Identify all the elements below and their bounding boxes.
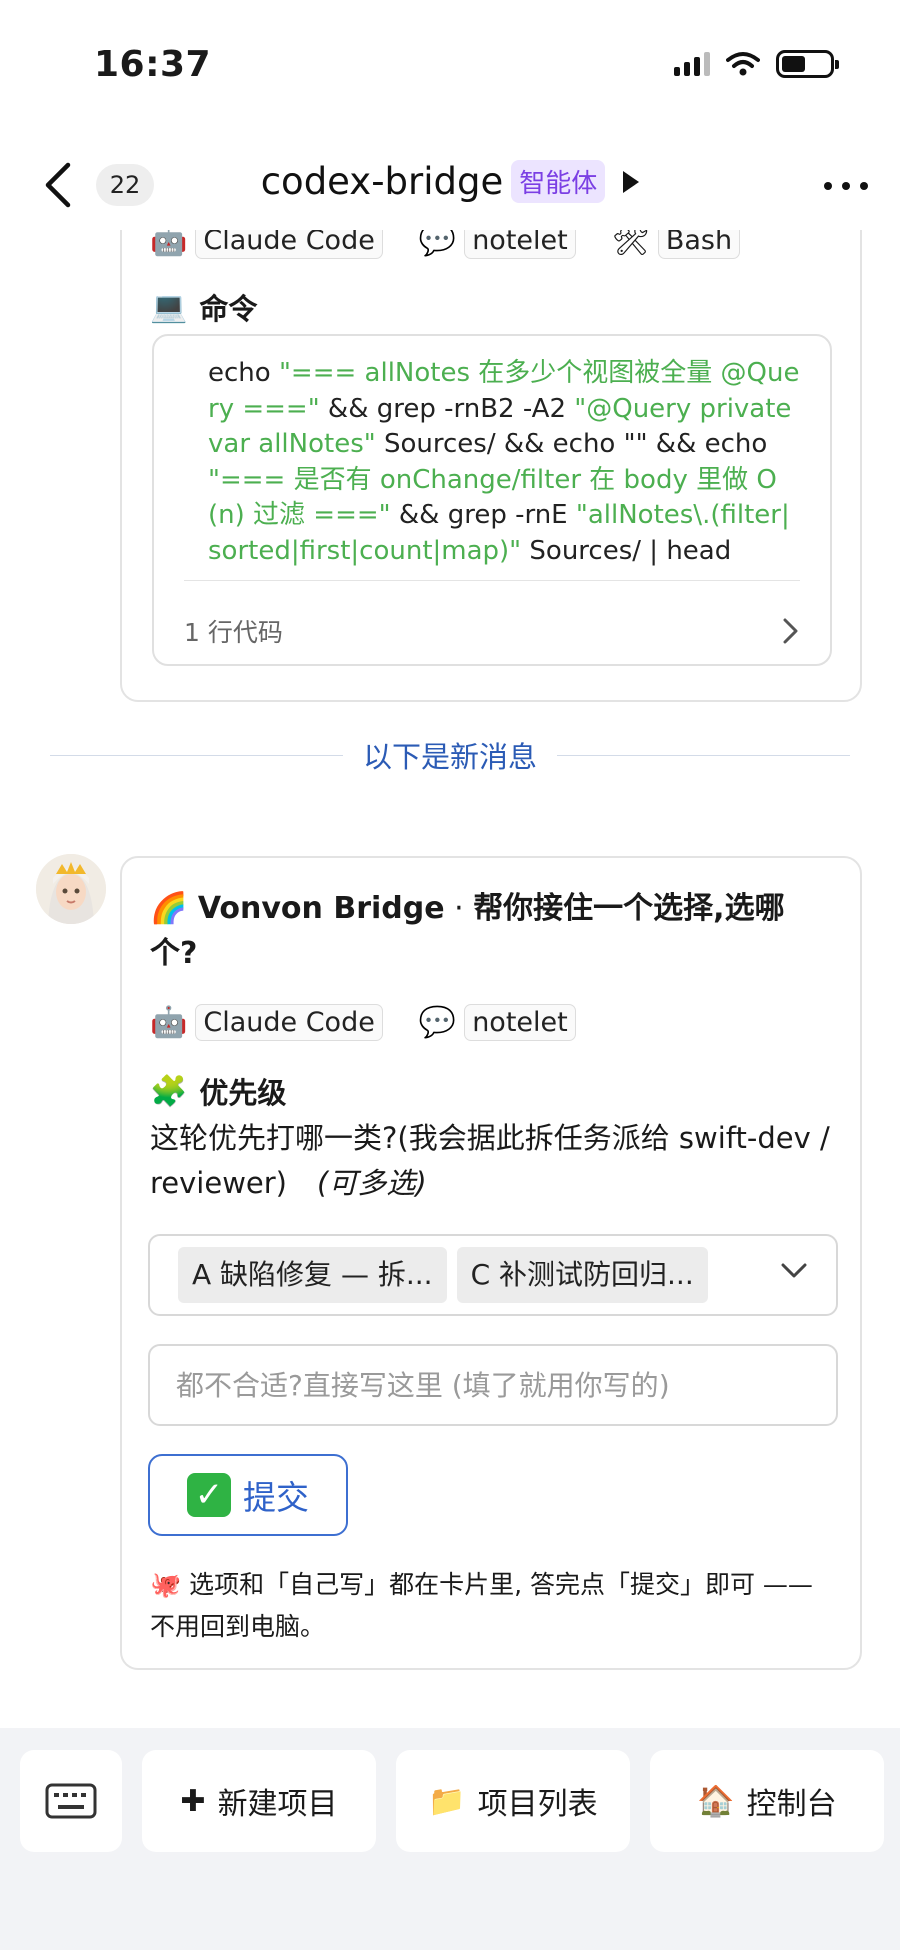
command-title: 命令 — [199, 292, 258, 326]
project-list-label: 项目列表 — [477, 1787, 598, 1822]
nav-title-group[interactable]: codex-bridge 智能体 — [0, 160, 900, 203]
code-block[interactable]: echo "=== allNotes 在多少个视图被全量 @Query ==="… — [152, 334, 832, 666]
puzzle-icon: 🧩 — [150, 1073, 188, 1109]
navigation-bar: 22 codex-bridge 智能体 — [0, 140, 900, 230]
console-button[interactable]: 🏠 控制台 — [650, 1750, 884, 1852]
house-icon: 🏠 — [697, 1783, 735, 1819]
chip-label: notelet — [464, 1004, 576, 1041]
new-messages-divider: 以下是新消息 — [50, 735, 851, 775]
page-title: codex-bridge — [260, 160, 504, 203]
code-plain: && grep -rnB2 -A2 — [319, 393, 575, 424]
plus-icon: ✚ — [180, 1783, 206, 1819]
selected-option-c[interactable]: C 补测试防回归... — [456, 1247, 708, 1303]
card-footnote: 🐙 选项和「自己写」都在卡片里, 答完点「提交」即可 —— 不用回到电脑。 — [150, 1564, 832, 1648]
choice-card-chips: 🤖 Claude Code 💬 notelet — [150, 1004, 602, 1041]
status-icons — [674, 50, 839, 78]
chip-notelet: 💬 notelet — [419, 1004, 576, 1041]
speech-bubble-icon: 💬 — [418, 1005, 457, 1040]
bot-avatar[interactable] — [36, 854, 106, 924]
keyboard-button[interactable] — [20, 1750, 122, 1852]
chevron-down-icon[interactable] — [780, 1262, 808, 1280]
laptop-icon: 💻 — [150, 289, 188, 325]
chevron-right-icon — [783, 618, 798, 644]
cellular-signal-icon — [674, 52, 710, 76]
submit-button[interactable]: ✓ 提交 — [148, 1454, 348, 1536]
agent-badge: 智能体 — [511, 160, 606, 203]
submit-label: 提交 — [243, 1478, 309, 1517]
selected-option-a[interactable]: A 缺陷修复 — 拆... — [178, 1247, 447, 1303]
wifi-icon — [726, 52, 760, 76]
more-options-icon[interactable] — [824, 182, 868, 190]
custom-answer-input[interactable] — [150, 1346, 836, 1424]
priority-section-title: 🧩 优先级 — [150, 1070, 286, 1112]
avatar-image-icon — [36, 854, 106, 924]
command-card: 🤖 Claude Code 💬 notelet 🛠 Bash 💻 命令 echo… — [120, 150, 862, 702]
question-text: 这轮优先打哪一类?(我会据此拆任务派给 swift-dev / reviewer… — [150, 1116, 832, 1206]
message-title: 🌈 Vonvon Bridge · 帮你接住一个选择,选哪个? — [150, 886, 830, 976]
keyboard-icon — [45, 1783, 97, 1819]
code-line-count: 1 行代码 — [184, 618, 283, 647]
new-project-button[interactable]: ✚ 新建项目 — [142, 1750, 376, 1852]
multi-select-hint: (可多选) — [317, 1166, 427, 1200]
command-section-title: 💻 命令 — [150, 286, 257, 328]
chip-claude-code: 🤖 Claude Code — [150, 1004, 383, 1041]
code-plain: Sources/ && echo "" && echo — [375, 429, 768, 459]
code-expand-row[interactable]: 1 行代码 — [184, 606, 800, 656]
footnote-text: 选项和「自己写」都在卡片里, 答完点「提交」即可 —— 不用回到电脑。 — [150, 1570, 813, 1641]
octopus-icon: 🐙 — [150, 1570, 182, 1599]
code-plain: Sources/ | head — [521, 535, 732, 566]
custom-answer-field[interactable] — [148, 1344, 838, 1426]
new-messages-label: 以下是新消息 — [363, 740, 538, 774]
battery-icon — [776, 50, 839, 78]
question-body: 这轮优先打哪一类?(我会据此拆任务派给 swift-dev / reviewer… — [150, 1121, 830, 1200]
console-label: 控制台 — [746, 1787, 837, 1822]
folder-icon: 📁 — [428, 1783, 466, 1819]
code-divider — [184, 580, 800, 581]
title-separator: · — [444, 891, 474, 926]
code-plain: && grep -rnE — [390, 500, 576, 530]
divider-line — [557, 754, 851, 756]
code-text: echo "=== allNotes 在多少个视图被全量 @Query ==="… — [154, 336, 830, 569]
status-bar: 16:37 — [0, 0, 900, 130]
check-mark-icon: ✓ — [187, 1473, 231, 1517]
divider-line — [50, 754, 343, 756]
bottom-toolbar: ✚ 新建项目 📁 项目列表 🏠 控制台 — [0, 1728, 900, 1950]
project-list-button[interactable]: 📁 项目列表 — [396, 1750, 630, 1852]
robot-icon: 🤖 — [150, 1005, 188, 1040]
sender-name: Vonvon Bridge — [197, 891, 445, 926]
code-plain: echo — [208, 358, 279, 388]
priority-multiselect[interactable]: A 缺陷修复 — 拆... C 补测试防回归... — [148, 1234, 838, 1316]
choice-card: 🌈 Vonvon Bridge · 帮你接住一个选择,选哪个? 🤖 Claude… — [120, 856, 862, 1670]
status-time: 16:37 — [94, 44, 212, 85]
rainbow-icon: 🌈 — [150, 891, 188, 926]
new-project-label: 新建项目 — [217, 1787, 338, 1822]
play-icon[interactable] — [623, 170, 640, 193]
chip-label: Claude Code — [195, 1004, 383, 1041]
app-screen: 16:37 🤖 Claude Code 💬 notelet 🛠 Bash 💻 命… — [0, 0, 900, 1950]
priority-title: 优先级 — [199, 1076, 287, 1110]
